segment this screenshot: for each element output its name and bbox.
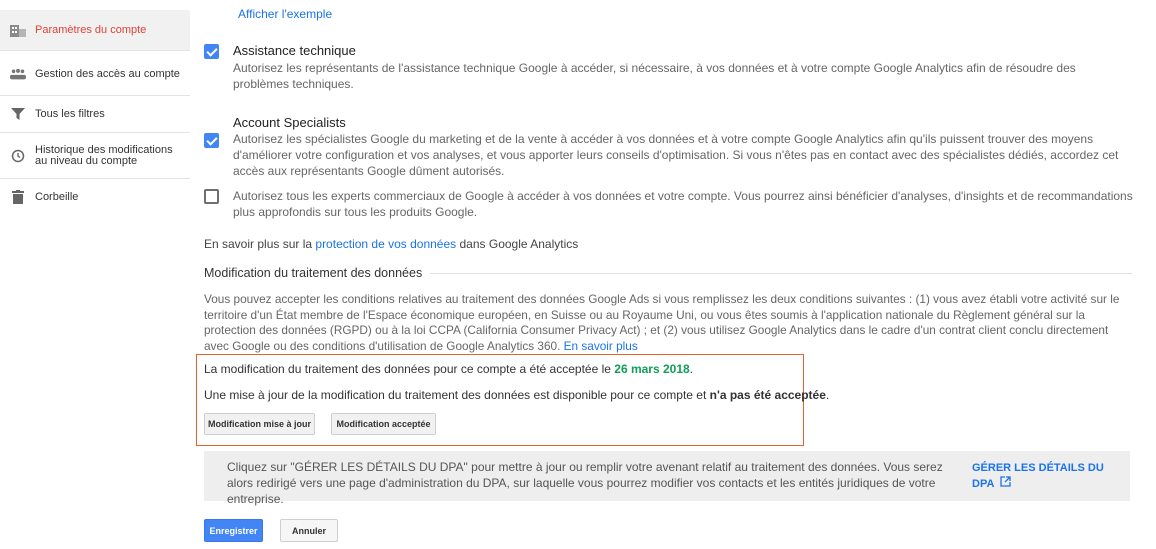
sidebar-item-trash[interactable]: Corbeille xyxy=(0,182,190,212)
tech-support-description: Autorisez les représentants de l'assista… xyxy=(233,61,1076,91)
divider xyxy=(0,95,190,96)
accepted-modification-button[interactable]: Modification acceptée xyxy=(331,413,436,435)
account-specialists-title: Account Specialists xyxy=(233,115,346,130)
data-protection-link[interactable]: protection de vos données xyxy=(315,237,456,251)
account-specialists-checkbox[interactable] xyxy=(204,133,219,148)
building-icon xyxy=(10,22,26,38)
sidebar-item-all-filters[interactable]: Tous les filtres xyxy=(0,100,190,128)
sidebar-item-label: Corbeille xyxy=(35,190,79,203)
sales-experts-checkbox[interactable] xyxy=(204,189,219,204)
tech-support-title: Assistance technique xyxy=(233,43,356,58)
learn-more-prefix: En savoir plus sur la xyxy=(204,237,313,251)
divider xyxy=(0,132,190,133)
external-link-icon xyxy=(1000,476,1011,492)
dpa-update-status: n'a pas été acceptée xyxy=(709,388,826,402)
divider xyxy=(0,178,190,179)
sidebar-item-label: Historique des modifications au niveau d… xyxy=(35,144,173,167)
sidebar-item-label: Paramètres du compte xyxy=(35,23,147,36)
sidebar-item-account-access[interactable]: Gestion des accès au compte xyxy=(0,55,190,93)
dpa-update-text: Une mise à jour de la modification du tr… xyxy=(204,388,707,402)
sidebar-item-account-settings[interactable]: Paramètres du compte xyxy=(0,10,190,50)
manage-dpa-label: GÉRER LES DÉTAILS DU DPA xyxy=(972,462,1104,490)
dpa-update-line: Une mise à jour de la modification du tr… xyxy=(204,388,830,402)
dpa-accepted-line: La modification du traitement des donnée… xyxy=(204,362,694,376)
dpa-learn-more-link[interactable]: En savoir plus xyxy=(564,339,638,353)
learn-more-suffix: dans Google Analytics xyxy=(459,237,579,251)
account-specialists-description: Autorisez les spécialistes Google du mar… xyxy=(233,132,1119,178)
sidebar-item-label: Gestion des accès au compte xyxy=(35,67,180,80)
dpa-accepted-date: 26 mars 2018 xyxy=(614,362,690,376)
sidebar-item-change-history[interactable]: Historique des modifications au niveau d… xyxy=(0,136,190,176)
save-button[interactable]: Enregistrer xyxy=(204,519,263,542)
dpa-section-description: Vous pouvez accepter les conditions rela… xyxy=(204,292,1134,354)
data-protection-learn-more: En savoir plus sur la protection de vos … xyxy=(204,237,578,251)
cancel-button[interactable]: Annuler xyxy=(280,519,338,542)
show-example-link[interactable]: Afficher l'exemple xyxy=(238,7,332,21)
filter-icon xyxy=(10,106,26,122)
dpa-section-title: Modification du traitement des données xyxy=(204,266,423,280)
dpa-accepted-text: La modification du traitement des donnée… xyxy=(204,362,611,376)
dpa-panel-text: Cliquez sur "GÉRER LES DÉTAILS DU DPA" p… xyxy=(227,460,943,506)
section-divider xyxy=(430,273,1132,274)
people-icon xyxy=(10,66,26,82)
update-modification-button[interactable]: Modification mise à jour xyxy=(204,413,315,435)
manage-dpa-details-link[interactable]: GÉRER LES DÉTAILS DU DPA xyxy=(972,460,1122,492)
sidebar: Paramètres du compte Gestion des accès a… xyxy=(0,0,190,549)
history-icon xyxy=(10,148,26,164)
trash-icon xyxy=(10,189,26,205)
dpa-description-text: Vous pouvez accepter les conditions rela… xyxy=(204,292,1120,353)
divider xyxy=(0,50,190,51)
tech-support-checkbox[interactable] xyxy=(204,44,219,59)
sales-experts-description: Autorisez tous les experts commerciaux d… xyxy=(233,189,1133,219)
sidebar-item-label: Tous les filtres xyxy=(35,107,105,120)
